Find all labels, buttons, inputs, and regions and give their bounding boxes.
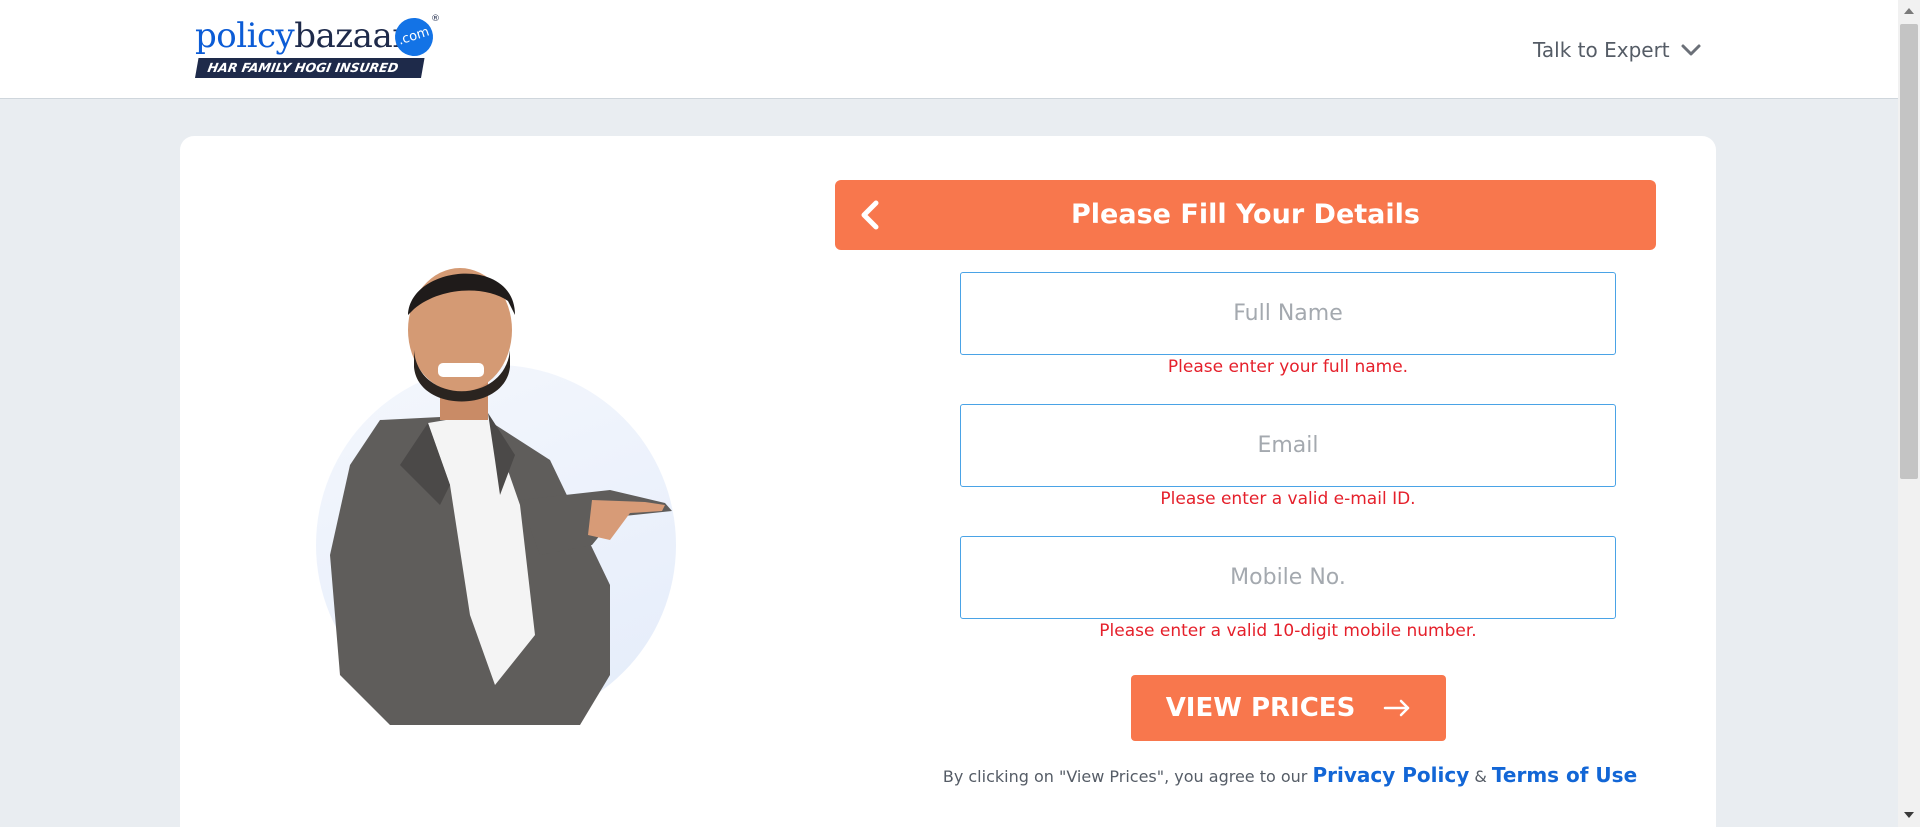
- email-error: Please enter a valid e-mail ID.: [1160, 489, 1416, 509]
- form-header-banner: Please Fill Your Details: [835, 180, 1656, 250]
- person-pointing-illustration: [330, 268, 672, 725]
- full-name-field[interactable]: [960, 272, 1616, 355]
- logo-tagline: HAR FAMILY HOGI INSURED: [195, 58, 425, 78]
- mobile-number-field[interactable]: [960, 536, 1616, 619]
- privacy-policy-link[interactable]: Privacy Policy: [1312, 763, 1469, 787]
- logo-wordmark: policybazaar: [195, 16, 408, 56]
- page-scrollbar[interactable]: [1898, 0, 1920, 827]
- logo-registered-mark: ®: [431, 14, 440, 24]
- mobile-number-error: Please enter a valid 10-digit mobile num…: [1099, 621, 1477, 641]
- full-name-error: Please enter your full name.: [1167, 357, 1409, 377]
- scroll-down-arrow-icon[interactable]: [1904, 812, 1914, 818]
- consent-text: By clicking on "View Prices", you agree …: [940, 763, 1640, 787]
- chevron-down-icon: [1681, 44, 1701, 56]
- policybazaar-logo[interactable]: policybazaar .com ® HAR FAMILY HOGI INSU…: [195, 13, 455, 80]
- form-title: Please Fill Your Details: [1071, 199, 1420, 230]
- talk-to-expert-label: Talk to Expert: [1533, 38, 1670, 62]
- terms-of-use-link[interactable]: Terms of Use: [1492, 763, 1637, 787]
- logo-word-bazaar: bazaar: [294, 16, 408, 56]
- scrollbar-thumb[interactable]: [1900, 24, 1918, 479]
- scroll-up-arrow-icon[interactable]: [1904, 8, 1914, 14]
- talk-to-expert-dropdown[interactable]: Talk to Expert: [1533, 36, 1702, 64]
- email-field[interactable]: [960, 404, 1616, 487]
- arrow-right-icon: [1384, 699, 1410, 717]
- view-prices-label: VIEW PRICES: [1165, 693, 1356, 723]
- view-prices-button[interactable]: VIEW PRICES: [1131, 675, 1446, 741]
- brand-ambassador-image: [310, 255, 690, 735]
- site-header: policybazaar .com ® HAR FAMILY HOGI INSU…: [0, 0, 1898, 99]
- consent-prefix: By clicking on "View Prices", you agree …: [942, 767, 1313, 786]
- logo-word-policy: policy: [195, 16, 295, 56]
- consent-ampersand: &: [1469, 767, 1492, 786]
